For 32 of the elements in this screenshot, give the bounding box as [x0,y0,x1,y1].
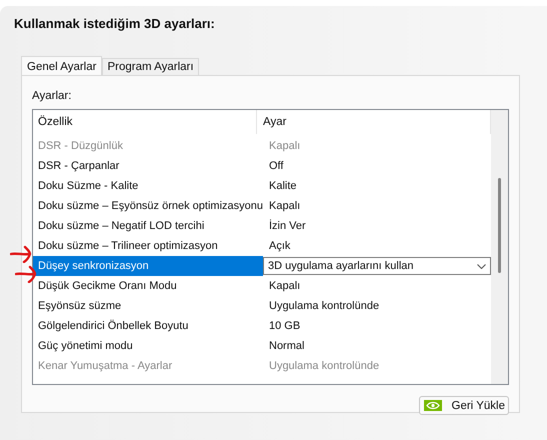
setting-name[interactable]: Doku süzme – Eşyönsüz örnek optimizasyonu [33,196,263,216]
setting-name[interactable]: Eşyönsüz süzme [33,296,263,316]
setting-value: Kapalı [268,279,302,294]
column-header[interactable]: Özellik [33,110,257,134]
section-heading: Kullanmak istediğim 3D ayarları: [14,16,215,31]
restore-button[interactable]: Geri Yükle [418,396,509,415]
setting-name[interactable]: Gölgelendirici Önbellek Boyutu [33,316,263,336]
value-dropdown[interactable]: 3D uygulama ayarlarını kullan [263,257,491,275]
list-label: Ayarlar: [32,90,72,102]
setting-value: İzin Ver [268,218,307,234]
setting-value: Uygulama kontrolünde [268,299,380,314]
setting-value: Off [268,159,284,174]
setting-name[interactable]: DSR - Çarpanlar [33,156,263,176]
scrollbar-thumb[interactable] [498,178,501,273]
setting-name[interactable]: Doku Süzme - Kalite [33,176,263,196]
setting-name[interactable]: Doku süzme – Trilineer optimizasyon [33,236,263,256]
setting-value: Normal [268,339,306,354]
setting-value: Kapalı [268,199,302,214]
setting-value: Uygulama kontrolünde [268,359,380,374]
setting-name[interactable]: Güç yönetimi modu [33,336,263,356]
setting-value: Kalite [268,179,298,194]
setting-name[interactable]: Doku süzme – Negatif LOD tercihi [33,216,263,236]
setting-value: Kapalı [268,139,302,154]
setting-name[interactable]: Düşük Gecikme Oranı Modu [33,276,263,296]
eye-logo-icon [424,400,442,411]
setting-name[interactable]: Düşey senkronizasyon [33,256,263,276]
scrollbar[interactable] [491,110,508,384]
tab[interactable]: Program Ayarları [102,58,199,75]
chevron-down-icon [477,264,486,268]
setting-value: 10 GB [268,319,302,334]
tab[interactable]: Genel Ayarlar [21,56,102,76]
setting-value: Açık [268,239,292,254]
